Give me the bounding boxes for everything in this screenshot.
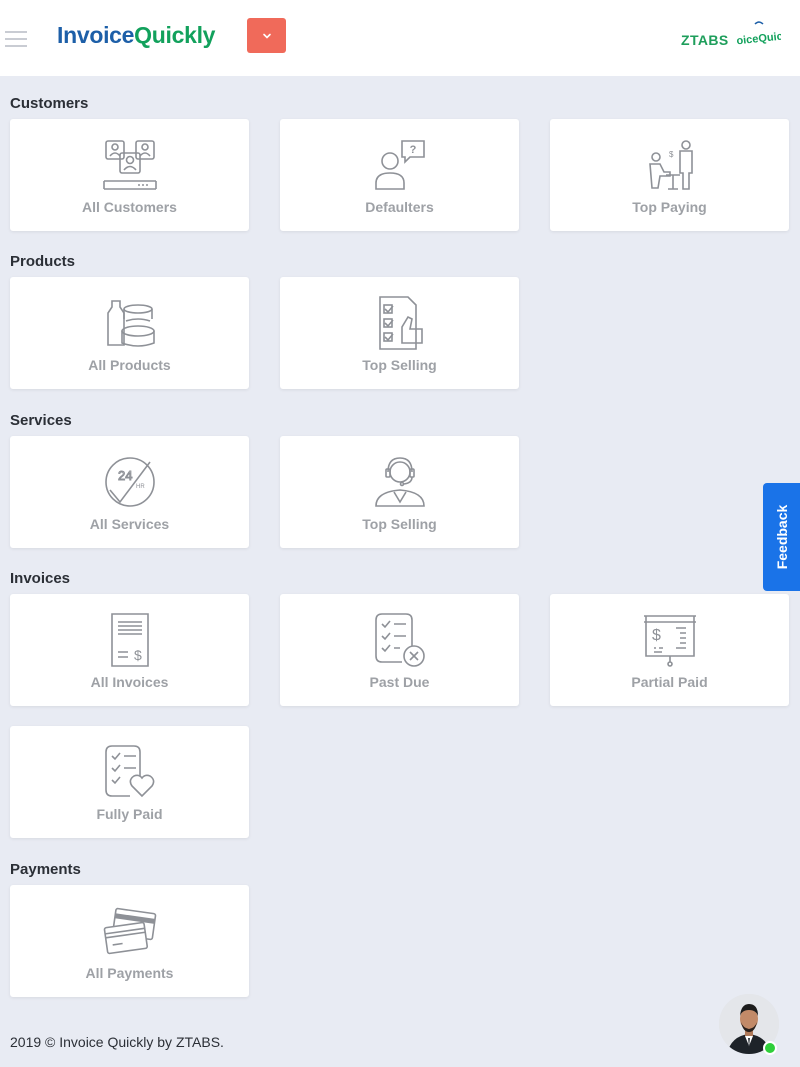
svg-text:24: 24: [118, 468, 132, 483]
card-label: Top Selling: [362, 516, 437, 532]
card-all-products[interactable]: All Products: [10, 277, 249, 389]
section-title-services: Services: [10, 412, 72, 429]
24hr-service-icon: 24 HR: [104, 457, 155, 507]
chevron-down-icon: [262, 33, 271, 39]
card-services-top-selling[interactable]: Top Selling: [280, 436, 519, 548]
customers-icon: [102, 140, 157, 190]
svg-text:?: ?: [409, 144, 416, 156]
card-label: Top Paying: [632, 199, 707, 215]
section-title-invoices: Invoices: [10, 570, 71, 587]
card-top-paying[interactable]: $ Top Paying: [550, 119, 789, 231]
logo-part-invoice: Invoice: [57, 22, 135, 48]
past-due-icon: [374, 613, 425, 667]
app-logo[interactable]: InvoiceQuickly: [57, 22, 215, 49]
card-label: All Customers: [82, 199, 177, 215]
card-label: All Services: [89, 516, 170, 532]
section-title-customers: Customers: [10, 95, 89, 112]
credit-cards-icon: [103, 907, 156, 955]
defaulter-icon: ?: [374, 140, 425, 190]
card-label: All Payments: [85, 965, 174, 981]
support-agent-icon: [374, 457, 425, 507]
card-all-customers[interactable]: All Customers: [10, 119, 249, 231]
svg-text:$: $: [134, 647, 142, 663]
card-all-payments[interactable]: All Payments: [10, 885, 249, 997]
card-past-due[interactable]: Past Due: [280, 594, 519, 706]
svg-text:InvoiceQuickly: InvoiceQuickly: [737, 29, 781, 49]
invoice-receipt-icon: $: [110, 613, 149, 667]
logo-part-quickly: Quickly: [134, 22, 216, 48]
card-partial-paid[interactable]: $ Partial Paid: [550, 594, 789, 706]
fully-paid-icon: [104, 745, 154, 798]
hamburger-menu-icon[interactable]: [5, 31, 27, 47]
card-label: Partial Paid: [631, 674, 708, 690]
top-paying-icon: $: [648, 140, 693, 190]
partial-paid-icon: $: [643, 615, 696, 667]
card-all-invoices[interactable]: $ All Invoices: [10, 594, 249, 706]
card-label: All Invoices: [90, 674, 169, 690]
footer-copyright: 2019 © Invoice Quickly by ZTABS.: [10, 1034, 224, 1050]
card-label: Past Due: [369, 674, 430, 690]
top-selling-checklist-icon: [378, 296, 423, 350]
card-label: Defaulters: [365, 199, 434, 215]
card-defaulters[interactable]: ? Defaulters: [280, 119, 519, 231]
top-bar: InvoiceQuickly ZTABS InvoiceQuickly: [0, 0, 800, 76]
card-fully-paid[interactable]: Fully Paid: [10, 726, 249, 838]
card-label: Fully Paid: [96, 806, 163, 822]
products-icon: [106, 300, 155, 347]
dropdown-button[interactable]: [247, 18, 286, 53]
svg-text:HR: HR: [136, 484, 145, 490]
card-all-services[interactable]: 24 HR All Services: [10, 436, 249, 548]
card-products-top-selling[interactable]: Top Selling: [280, 277, 519, 389]
section-title-payments: Payments: [10, 861, 81, 878]
card-label: All Products: [88, 357, 171, 373]
online-status-dot: [763, 1041, 777, 1055]
card-label: Top Selling: [362, 357, 437, 373]
feedback-label: Feedback: [773, 504, 790, 570]
section-title-products: Products: [10, 253, 76, 270]
feedback-tab[interactable]: Feedback: [763, 483, 800, 591]
svg-text:$: $: [652, 627, 661, 644]
brand-name: ZTABS: [681, 32, 729, 48]
svg-text:$: $: [669, 150, 674, 159]
brand-logo: InvoiceQuickly: [737, 21, 781, 49]
